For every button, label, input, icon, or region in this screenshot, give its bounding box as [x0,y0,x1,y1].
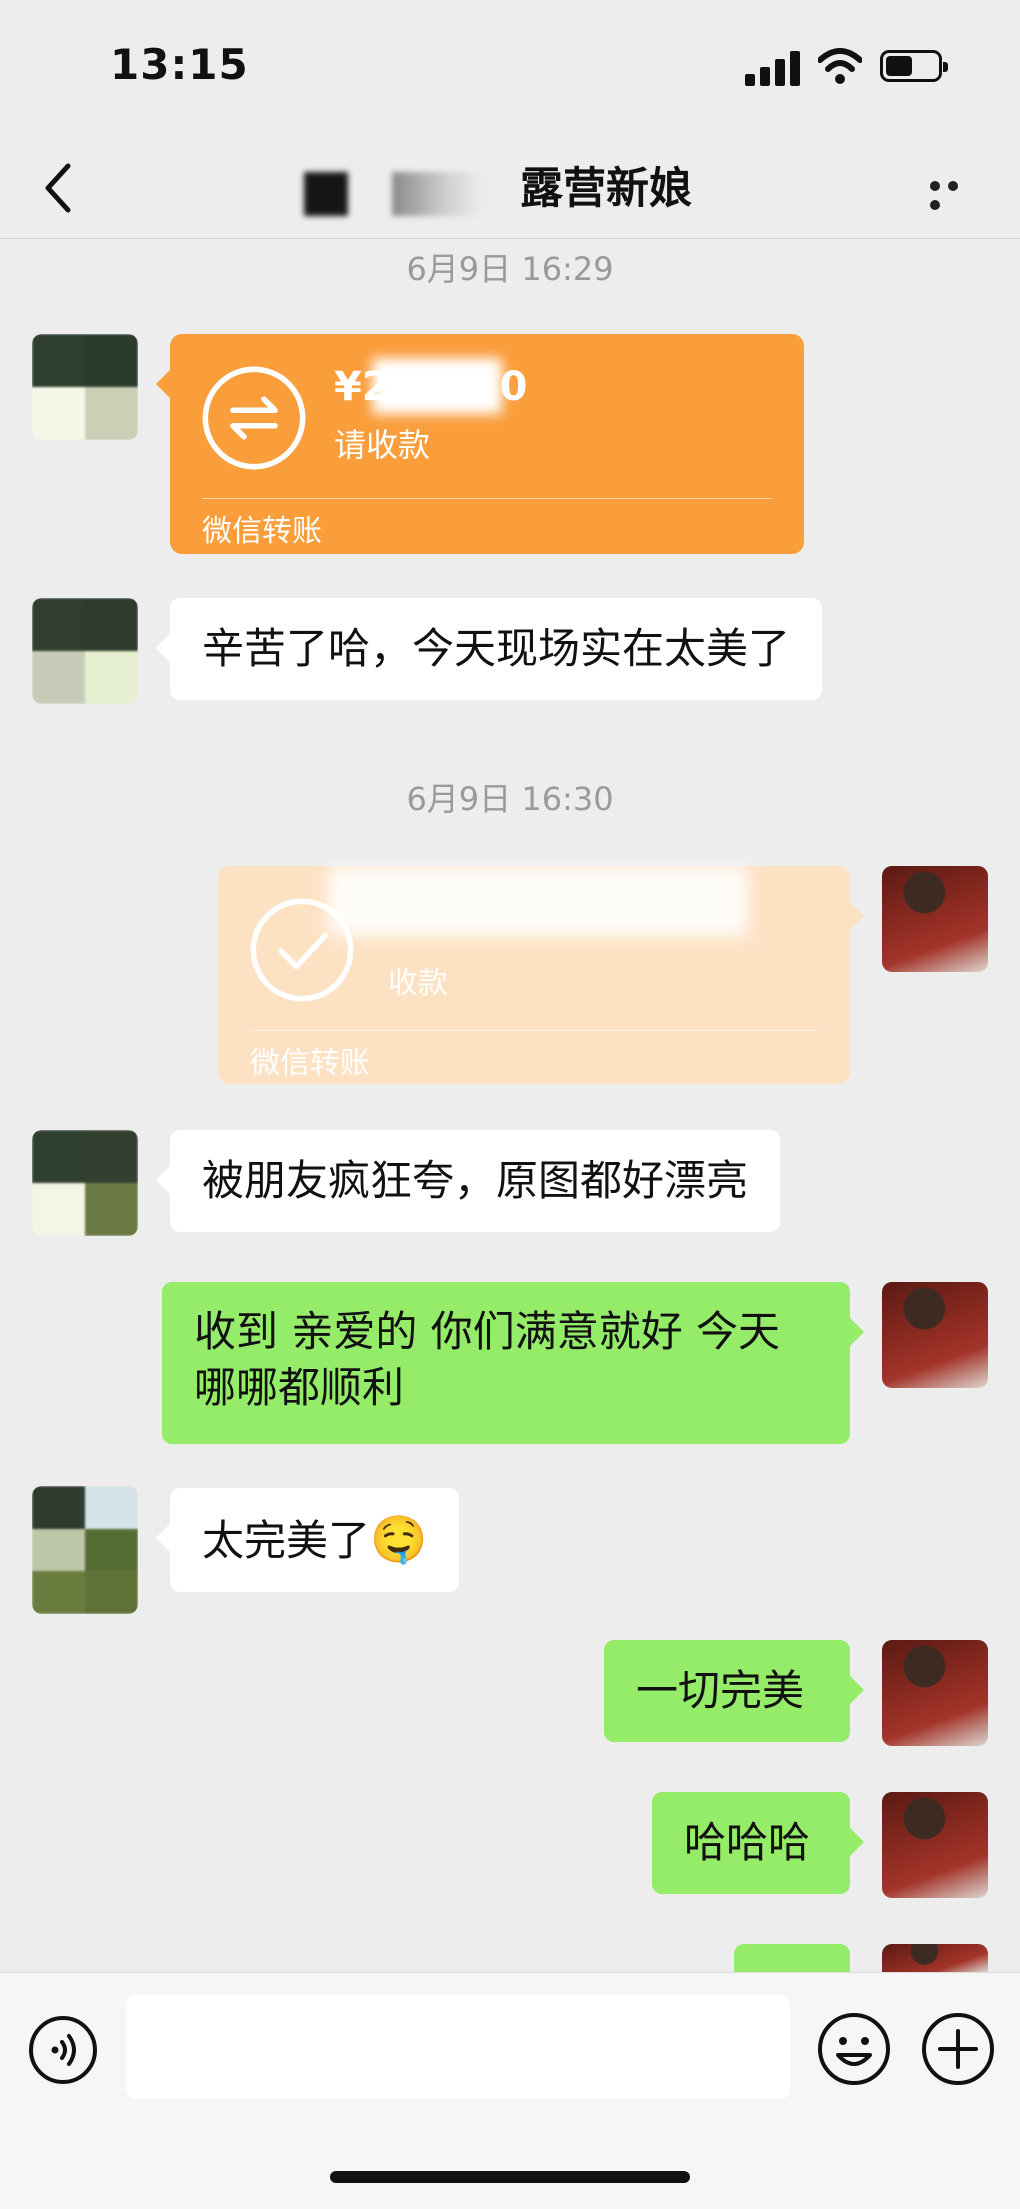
status-bar: 13:15 [0,0,1020,140]
input-bar [0,1972,1020,2209]
message-input[interactable] [126,1995,790,2099]
self-avatar[interactable] [882,866,988,972]
avatar[interactable] [32,1130,138,1236]
chat-header: 露营新娘 [0,140,1020,239]
back-icon[interactable] [38,158,88,218]
signal-icon [745,50,801,86]
divider [250,1030,818,1031]
avatar[interactable] [32,334,138,440]
self-avatar[interactable] [882,1640,988,1746]
transfer-label: 微信转账 [202,514,322,549]
message-bubble[interactable]: 一切完美 [604,1640,864,1742]
message-bubble[interactable]: 太完美了🤤 [155,1488,460,1592]
timestamp: 6月9日 16:29 [406,250,614,288]
message-line: 哪哪都顺利 [194,1363,405,1412]
transfer-label: 微信转账 [250,1046,370,1081]
message-bubble[interactable]: 哈哈哈 [652,1792,864,1894]
timestamp: 6月9日 16:30 [406,780,614,818]
divider [202,498,772,499]
message-line: 收到 亲爱的 你们满意就好 今天 [194,1307,781,1356]
message-bubble[interactable]: 被朋友疯狂夸，原图都好漂亮 [155,1130,781,1232]
battery-icon [880,50,948,82]
avatar[interactable] [32,598,138,704]
home-indicator [330,2171,690,2183]
message-text: 太完美了 [202,1516,371,1565]
transfer-status: 收款 [388,966,448,1001]
redacted-name-part [304,172,348,216]
self-avatar[interactable] [882,1792,988,1898]
plus-icon[interactable] [920,2011,996,2087]
message-bubble[interactable]: 收到 亲爱的 你们满意就好 今天 哪哪都顺利 [162,1282,864,1444]
redaction [372,358,502,414]
wifi-icon [818,48,862,84]
transfer-status: 请收款 [334,426,431,464]
message-bubble-partial [734,1944,850,1972]
emoji: 🤤 [370,1512,428,1566]
more-icon[interactable] [930,176,982,210]
voice-icon[interactable] [28,2015,98,2085]
avatar[interactable] [32,1486,138,1614]
transfer-icon [202,366,306,470]
self-avatar-partial [882,1944,988,1972]
redaction [328,866,748,936]
chat-title: 露营新娘 [520,164,692,214]
redacted-name-part [392,172,482,216]
status-time: 13:15 [110,40,249,89]
message-bubble[interactable]: 辛苦了哈，今天现场实在太美了 [155,598,823,700]
self-avatar[interactable] [882,1282,988,1388]
transfer-card[interactable]: ¥2 0 请收款 微信转账 [156,334,804,554]
transfer-card[interactable]: 收款 微信转账 [218,866,864,1084]
emoji-icon[interactable] [816,2011,892,2087]
